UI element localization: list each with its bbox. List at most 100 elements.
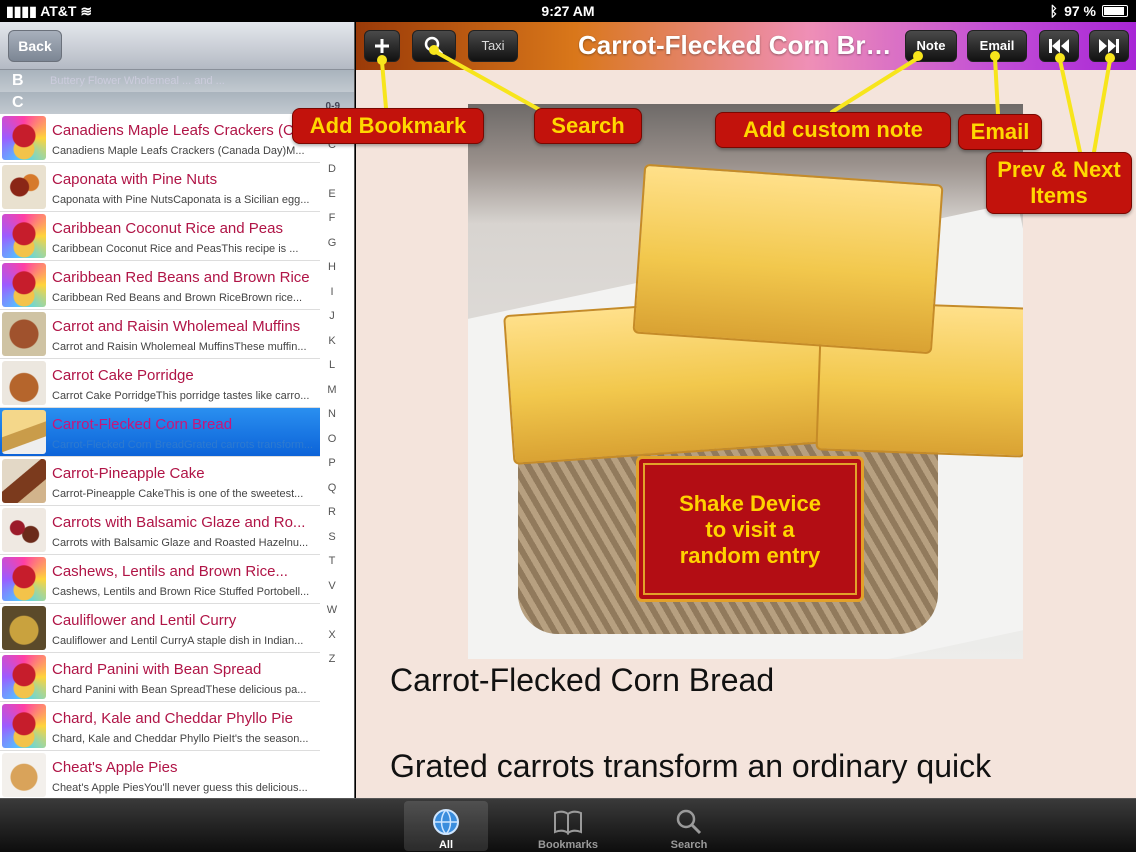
- taxi-button[interactable]: Taxi: [468, 30, 518, 62]
- shake-line-2: to visit a: [705, 517, 795, 542]
- list-item[interactable]: Chard, Kale and Cheddar Phyllo Pie Chard,…: [0, 702, 320, 751]
- section-label-c: C: [12, 94, 24, 111]
- recipe-thumbnail: [2, 165, 46, 209]
- index-letter[interactable]: N: [320, 408, 344, 433]
- list-item[interactable]: Carrot Cake Porridge Carrot Cake Porridge…: [0, 359, 320, 408]
- alpha-index[interactable]: BCDEFGHIJKLMNOPQRSTVWXZ: [320, 114, 344, 678]
- list-item[interactable]: Cauliflower and Lentil Curry Cauliflower …: [0, 604, 320, 653]
- callout-add-note: Add custom note: [715, 112, 951, 148]
- list-item[interactable]: Cheat's Apple Pies Cheat's Apple PiesYou'…: [0, 751, 320, 798]
- index-letter[interactable]: O: [320, 433, 344, 458]
- clock: 9:27 AM: [541, 3, 595, 19]
- recipe-thumbnail: [2, 753, 46, 797]
- index-letter[interactable]: W: [320, 604, 344, 629]
- list-item[interactable]: Carrots with Balsamic Glaze and Ro... Car…: [0, 506, 320, 555]
- sidebar-navbar: Back: [0, 22, 354, 70]
- skip-forward-icon: [1099, 39, 1119, 53]
- list-item-title: Chard Panini with Bean Spread: [52, 661, 262, 678]
- list-item-title: Caribbean Coconut Rice and Peas: [52, 220, 283, 237]
- callout-add-bookmark: Add Bookmark: [292, 108, 484, 144]
- index-letter[interactable]: H: [320, 261, 344, 286]
- section-header-b: B Buttery Flower Wholemeal ... and ...: [0, 70, 354, 92]
- list-item[interactable]: Chard Panini with Bean Spread Chard Panin…: [0, 653, 320, 702]
- recipe-thumbnail: [2, 214, 46, 258]
- list-item-subtitle: Cauliflower and Lentil CurryA staple dis…: [52, 635, 304, 647]
- list-item-title: Carrot-Flecked Corn Bread: [52, 416, 233, 433]
- recipe-body: Grated carrots transform an ordinary qui…: [390, 748, 992, 784]
- callout-prev-next: Prev & Next Items: [986, 152, 1132, 214]
- index-letter[interactable]: J: [320, 310, 344, 335]
- status-bar: ▮▮▮▮ AT&T ≋ 9:27 AM ᛒ 97 %: [0, 0, 1136, 22]
- index-letter[interactable]: S: [320, 531, 344, 556]
- recipe-list: Canadiens Maple Leafs Crackers (C... Cana…: [0, 114, 320, 798]
- index-letter[interactable]: L: [320, 359, 344, 384]
- shake-callout: Shake Device to visit a random entry: [636, 456, 864, 602]
- recipe-thumbnail: [2, 459, 46, 503]
- list-item[interactable]: Caribbean Coconut Rice and Peas Caribbean…: [0, 212, 320, 261]
- index-letter[interactable]: F: [320, 212, 344, 237]
- skip-back-icon: [1049, 39, 1069, 53]
- search-icon: [424, 36, 444, 56]
- index-letter[interactable]: R: [320, 506, 344, 531]
- email-button[interactable]: Email: [967, 30, 1027, 62]
- book-icon: [554, 810, 582, 835]
- magnifier-icon: [676, 809, 702, 835]
- list-item-title: Chard, Kale and Cheddar Phyllo Pie: [52, 710, 293, 727]
- list-item[interactable]: Cashews, Lentils and Brown Rice... Cashew…: [0, 555, 320, 604]
- back-button[interactable]: Back: [8, 30, 62, 62]
- recipe-thumbnail: [2, 361, 46, 405]
- note-button[interactable]: Note: [905, 30, 957, 62]
- photo-cornbread: [632, 163, 944, 355]
- tab-all[interactable]: All: [404, 801, 488, 851]
- index-letter[interactable]: G: [320, 237, 344, 262]
- prev-item-button[interactable]: [1039, 30, 1079, 62]
- recipe-heading: Carrot-Flecked Corn Bread: [390, 662, 775, 698]
- add-bookmark-button[interactable]: [364, 30, 400, 62]
- recipe-thumbnail: [2, 655, 46, 699]
- battery-icon: [1102, 5, 1128, 17]
- list-item[interactable]: Caribbean Red Beans and Brown Rice Caribb…: [0, 261, 320, 310]
- list-item-subtitle: Carrots with Balsamic Glaze and Roasted …: [52, 537, 309, 549]
- index-letter[interactable]: X: [320, 629, 344, 654]
- tab-search[interactable]: Search: [647, 801, 731, 851]
- list-item[interactable]: Canadiens Maple Leafs Crackers (C... Cana…: [0, 114, 320, 163]
- recipe-thumbnail: [2, 410, 46, 454]
- callout-search: Search: [534, 108, 642, 144]
- list-item[interactable]: Carrot and Raisin Wholemeal Muffins Carro…: [0, 310, 320, 359]
- index-letter[interactable]: E: [320, 188, 344, 213]
- list-item-subtitle: Carrot and Raisin Wholemeal MuffinsThese…: [52, 341, 307, 353]
- list-item[interactable]: Caponata with Pine Nuts Caponata with Pin…: [0, 163, 320, 212]
- list-item-subtitle: Cheat's Apple PiesYou'll never guess thi…: [52, 782, 308, 794]
- index-letter[interactable]: M: [320, 384, 344, 409]
- shake-line-3: random entry: [679, 543, 821, 568]
- index-letter[interactable]: P: [320, 457, 344, 482]
- list-item[interactable]: Carrot-Flecked Corn Bread Carrot-Flecked …: [0, 408, 320, 457]
- list-item-subtitle: Carrot-Flecked Corn BreadGrated carrots …: [52, 439, 314, 451]
- index-letter[interactable]: Z: [320, 653, 344, 678]
- callout-prev-next-line-1: Prev & Next: [997, 157, 1121, 182]
- list-item-subtitle: Cashews, Lentils and Brown Rice Stuffed …: [52, 586, 310, 598]
- tab-all-label: All: [438, 839, 454, 851]
- tab-bookmarks-label: Bookmarks: [538, 839, 598, 851]
- index-letter[interactable]: K: [320, 335, 344, 360]
- bluetooth-icon: ᛒ: [1049, 3, 1059, 19]
- list-item-subtitle: Caribbean Red Beans and Brown RiceBrown …: [52, 292, 303, 304]
- list-item-title: Carrots with Balsamic Glaze and Ro...: [52, 514, 306, 531]
- index-letter[interactable]: V: [320, 580, 344, 605]
- tab-bookmarks[interactable]: Bookmarks: [526, 801, 610, 851]
- list-item-subtitle: Caribbean Coconut Rice and PeasThis reci…: [52, 243, 299, 255]
- plus-icon: [375, 39, 389, 53]
- section-label-b: B: [12, 72, 24, 89]
- next-item-button[interactable]: [1089, 30, 1129, 62]
- recipe-thumbnail: [2, 116, 46, 160]
- recipe-thumbnail: [2, 263, 46, 307]
- battery-percent: 97 %: [1064, 3, 1096, 19]
- index-letter[interactable]: T: [320, 555, 344, 580]
- search-button[interactable]: [412, 30, 456, 62]
- list-item-title: Caponata with Pine Nuts: [52, 171, 218, 188]
- list-item[interactable]: Carrot-Pineapple Cake Carrot-Pineapple Ca…: [0, 457, 320, 506]
- index-letter[interactable]: D: [320, 163, 344, 188]
- list-item-subtitle: Carrot Cake PorridgeThis porridge tastes…: [52, 390, 310, 402]
- index-letter[interactable]: Q: [320, 482, 344, 507]
- index-letter[interactable]: I: [320, 286, 344, 311]
